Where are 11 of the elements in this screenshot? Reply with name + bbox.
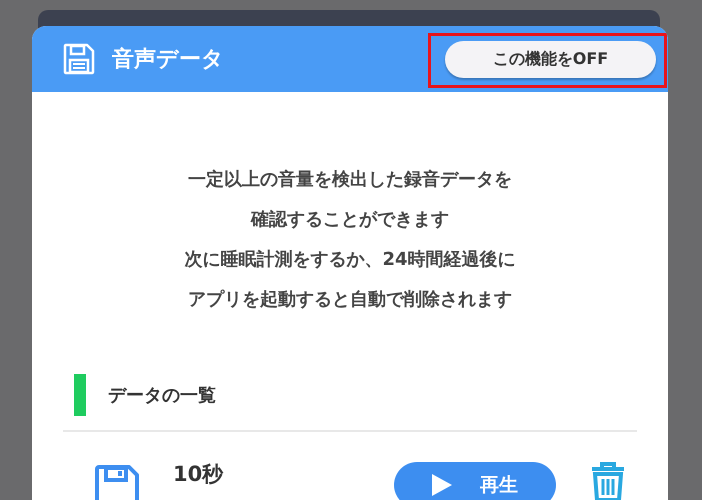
section-title: データの一覧: [108, 384, 216, 407]
trash-icon[interactable]: [590, 462, 626, 500]
section-accent-bar: [74, 374, 86, 416]
description-text: 確認することができます: [251, 210, 449, 229]
play-icon: [432, 474, 452, 496]
panel-title: 音声データ: [112, 46, 224, 74]
function-off-button[interactable]: この機能をOFF: [445, 40, 656, 78]
description-text: 次に睡眠計測をするか、24時間経過後に: [184, 250, 516, 269]
recording-duration: 10秒: [173, 461, 224, 488]
description-text: アプリを起動すると自動で削除されます: [188, 290, 512, 309]
description-text: 一定以上の音量を検出した録音データを: [188, 170, 512, 189]
